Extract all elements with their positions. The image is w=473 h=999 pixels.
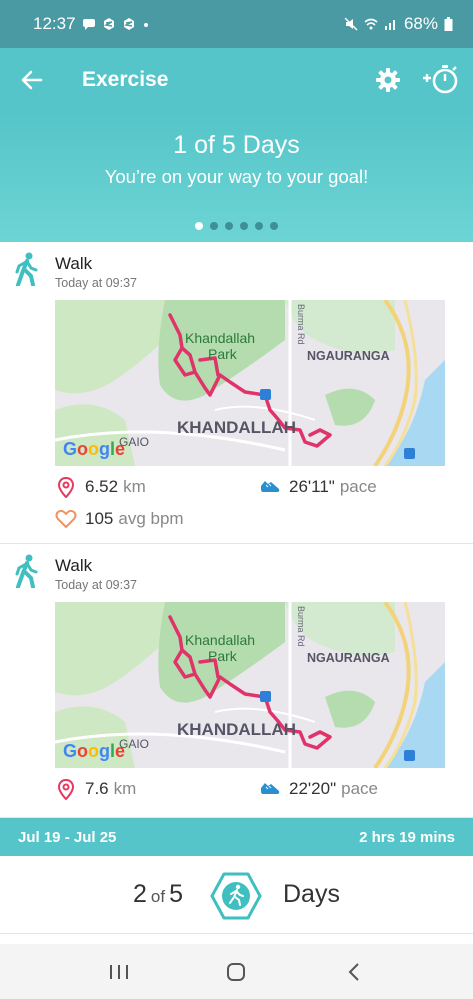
wifi-icon bbox=[364, 18, 378, 30]
map-park-label: Khandallah bbox=[185, 330, 255, 346]
map-district-label: NGAURANGA bbox=[307, 349, 390, 363]
map-suburb-label: KHANDALLAH bbox=[177, 720, 296, 739]
map-district-label: NGAURANGA bbox=[307, 651, 390, 665]
distance-unit: km bbox=[113, 779, 137, 798]
heart-rate-value: 105 bbox=[85, 509, 114, 528]
app-notification-icon bbox=[103, 18, 114, 30]
message-icon bbox=[82, 19, 95, 30]
days-goal: 5 bbox=[169, 880, 183, 908]
home-icon bbox=[227, 962, 246, 981]
activity-time: Today at 09:37 bbox=[55, 578, 138, 592]
of-label: of bbox=[150, 887, 166, 906]
app-bar: Exercise bbox=[0, 48, 473, 112]
map-suburb-label: KHANDALLAH bbox=[177, 418, 296, 437]
google-logo: Google bbox=[63, 741, 125, 761]
pace-unit: pace bbox=[341, 779, 378, 798]
exercise-card[interactable]: Walk Today at 09:37 Khandallah Park KHAN… bbox=[0, 242, 473, 544]
arrow-back-icon bbox=[21, 70, 43, 90]
days-done: 2 bbox=[133, 880, 147, 908]
recent-apps-button[interactable] bbox=[99, 952, 139, 992]
pace-unit: pace bbox=[339, 477, 377, 496]
week-header: Jul 19 - Jul 25 2 hrs 19 mins bbox=[0, 818, 473, 856]
activity-type: Walk bbox=[55, 254, 93, 273]
activity-type: Walk bbox=[55, 556, 93, 575]
days-completed: 2 of 5 bbox=[133, 880, 183, 909]
pace-value: 22'20" bbox=[289, 779, 337, 798]
google-logo: Google bbox=[63, 439, 125, 459]
page-dot[interactable] bbox=[225, 222, 233, 230]
activity-time: Today at 09:37 bbox=[55, 276, 138, 290]
home-button[interactable] bbox=[216, 952, 256, 992]
pace-value: 26'11" bbox=[289, 477, 335, 496]
heart-icon bbox=[55, 509, 77, 528]
more-notifications-icon bbox=[143, 23, 148, 27]
days-label: Days bbox=[283, 880, 340, 908]
mute-icon bbox=[344, 17, 358, 31]
page-dot[interactable] bbox=[270, 222, 278, 230]
route-map[interactable]: Khandallah Park KHANDALLAH NGAURANGA Bur… bbox=[55, 300, 445, 466]
goal-progress-subtext: You’re on your way to your goal! bbox=[104, 166, 369, 187]
battery-icon bbox=[444, 17, 453, 31]
pace-stat: 22'20" pace bbox=[259, 778, 378, 800]
page-title: Exercise bbox=[82, 68, 169, 91]
svg-text:Park: Park bbox=[208, 648, 238, 664]
route-map[interactable]: Khandallah Park KHANDALLAH NGAURANGA Bur… bbox=[55, 602, 445, 768]
map-road-label: Burma Rd bbox=[296, 606, 306, 647]
status-bar: 12:37 68% bbox=[0, 0, 473, 48]
week-range: Jul 19 - Jul 25 bbox=[18, 828, 117, 846]
system-nav-bar bbox=[0, 944, 473, 999]
shoe-icon bbox=[261, 481, 280, 492]
walk-icon bbox=[15, 554, 38, 588]
recent-apps-icon bbox=[109, 964, 128, 979]
heart-rate-unit: avg bpm bbox=[118, 509, 184, 528]
distance-stat: 6.52 km bbox=[55, 476, 146, 498]
heart-rate-stat: 105 avg bpm bbox=[55, 508, 184, 530]
distance-value: 6.52 bbox=[85, 477, 119, 496]
location-pin-icon bbox=[57, 778, 75, 800]
svg-text:Park: Park bbox=[208, 346, 238, 362]
week-goal-summary[interactable]: 2 of 5 Days bbox=[0, 856, 473, 934]
back-button[interactable] bbox=[0, 48, 64, 112]
exercise-badge-icon bbox=[210, 872, 262, 920]
distance-value: 7.6 bbox=[85, 779, 109, 798]
page-indicator[interactable] bbox=[0, 222, 473, 230]
exercise-card[interactable]: Walk Today at 09:37 Khandallah Park KHAN… bbox=[0, 544, 473, 818]
page-dot[interactable] bbox=[240, 222, 248, 230]
goal-banner[interactable]: 1 of 5 Days You’re on your way to your g… bbox=[0, 112, 473, 242]
distance-unit: km bbox=[123, 477, 146, 496]
system-back-button[interactable] bbox=[334, 952, 374, 992]
clock: 12:37 bbox=[33, 14, 76, 33]
shoe-icon bbox=[261, 783, 280, 794]
walk-icon bbox=[15, 252, 38, 286]
goal-progress-headline: 1 of 5 Days bbox=[173, 131, 300, 159]
week-total-time: 2 hrs 19 mins bbox=[359, 828, 455, 846]
signal-icon bbox=[384, 20, 395, 30]
battery-percent: 68% bbox=[403, 14, 438, 33]
location-pin-icon bbox=[57, 476, 75, 498]
map-park-label: Khandallah bbox=[185, 632, 255, 648]
distance-stat: 7.6 km bbox=[55, 778, 136, 800]
add-stopwatch-icon[interactable] bbox=[421, 64, 459, 96]
map-road-label: Burma Rd bbox=[296, 304, 306, 345]
gear-icon[interactable] bbox=[375, 67, 401, 93]
page-dot[interactable] bbox=[210, 222, 218, 230]
chevron-left-icon bbox=[348, 962, 359, 981]
page-dot[interactable] bbox=[255, 222, 263, 230]
page-dot[interactable] bbox=[195, 222, 203, 230]
app-notification-icon bbox=[123, 18, 134, 30]
pace-stat: 26'11" pace bbox=[259, 476, 377, 498]
